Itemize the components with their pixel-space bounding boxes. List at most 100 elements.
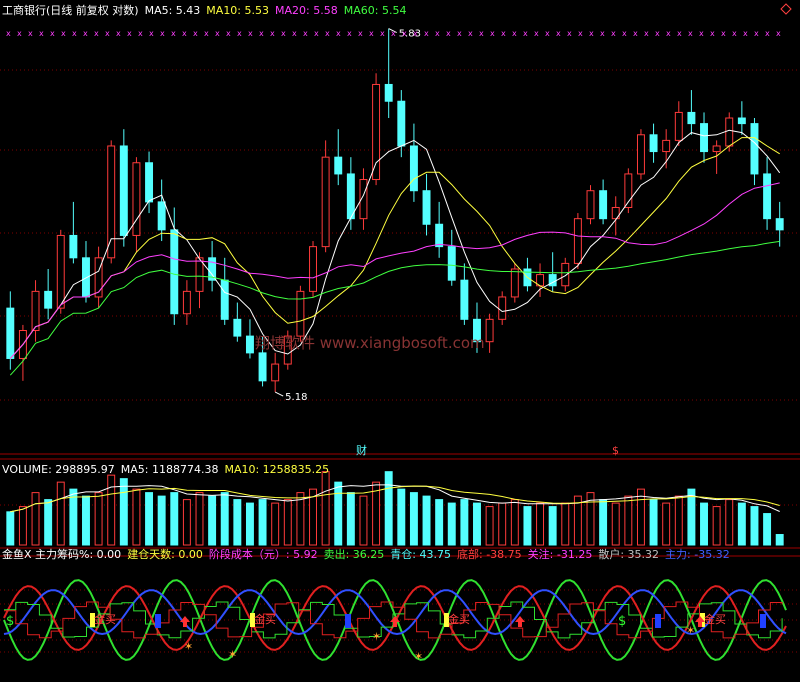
volume-bar [599,499,608,546]
signal-mark: x [611,29,616,38]
candle-body [296,290,305,337]
signal-mark: x [17,29,22,38]
volume-bar [498,502,507,546]
signal-mark: x [479,29,484,38]
volume-bar [397,488,406,546]
candle-body [245,335,254,354]
signal-mark: x [776,29,781,38]
volume-bar [624,495,633,546]
sell-signal-bar [655,614,661,628]
candle-body [700,123,708,153]
volume-bar [485,506,494,546]
candle-body [662,139,671,153]
candle-body [384,83,393,102]
event-marker: $ [612,444,619,457]
signal-mark: x [578,29,583,38]
signal-mark: x [50,29,55,38]
signal-mark: x [435,29,440,38]
signal-mark: x [490,29,495,38]
buy-label: 金买 [704,612,726,626]
sell-signal-bar [760,614,766,628]
candle-body [674,111,683,141]
price-legend-item: MA5: 5.43 [145,4,201,17]
signal-mark: x [402,29,407,38]
volume-bar [346,492,355,546]
signal-mark: x [622,29,627,38]
dollar-label: $ [618,614,626,629]
signal-mark: x [160,29,165,38]
signal-mark: x [6,29,11,38]
signal-mark: x [391,29,396,38]
volume-bar [510,499,519,546]
signal-mark: x [193,29,198,38]
volume-bar [649,499,658,546]
signal-mark: x [325,29,330,38]
candle-body [31,290,40,332]
low-label: 5.18 [285,392,307,403]
candle-body [321,156,330,248]
signal-mark: x [501,29,506,38]
signal-mark: x [732,29,737,38]
volume-bar [119,478,128,546]
volume-bar [750,506,759,546]
candle-body [447,246,456,281]
candle-body [460,279,469,320]
signal-mark: x [171,29,176,38]
volume-bar [31,492,40,546]
candle-body [157,201,166,231]
signal-mark: x [457,29,462,38]
volume-bar [359,495,368,546]
signal-mark: x [567,29,572,38]
volume-bar [334,481,343,546]
chart-canvas: 5.835.18x x x x x x x x x x x x x x x x x x x x x x x x x x x x x x x x… [0,0,800,682]
signal-mark: x [666,29,671,38]
volume-bar [44,499,53,546]
candle-body [422,190,431,225]
candle-body [725,117,734,147]
volume-bar [6,511,15,546]
volume-bar [18,506,27,546]
sell-signal-bar [155,614,161,628]
signal-mark: x [721,29,726,38]
signal-mark: x [314,29,319,38]
signal-mark: x [94,29,99,38]
candle-body [712,145,721,153]
candle-body [56,234,65,309]
buy-label: 金买 [94,612,116,626]
volume-bar [94,492,103,546]
candle-body [372,83,381,181]
signal-mark: x [556,29,561,38]
signal-mark: x [292,29,297,38]
candle-body [649,134,658,153]
signal-mark: x [633,29,638,38]
candle-body [132,162,141,236]
buy-label: 金买 [254,612,276,626]
indicator-legend-item: 青仓: 43.75 [390,547,451,561]
volume-bar [775,534,784,546]
runner-icon: ✶ [228,648,237,661]
candle-body [586,190,595,220]
volume-bar [182,499,191,546]
candle-body [195,257,204,292]
price-legend-item: 工商银行(日线 前复权 对数) [2,3,139,17]
candle-body [107,145,116,259]
candle-body [119,145,128,236]
candle-body [44,290,53,309]
volume-bar [422,495,431,546]
candle-body [145,162,154,203]
volume-bar [220,492,229,546]
candle-body [510,268,519,298]
signal-mark: x [39,29,44,38]
volume-bar [132,488,141,546]
candle-body [220,279,229,320]
volume-bar [737,502,746,546]
indicator-legend-item: 阶段成本（元）: 5.92 [209,547,318,561]
volume-bar [674,495,683,546]
indicator-legend-item: 底部: -38.75 [457,547,522,561]
candle-body [599,190,608,220]
signal-mark: x [248,29,253,38]
volume-bar [725,499,734,546]
indicator-legend-item: 建仓天数: 0.00 [127,547,203,561]
signal-mark: x [699,29,704,38]
signal-mark: x [534,29,539,38]
